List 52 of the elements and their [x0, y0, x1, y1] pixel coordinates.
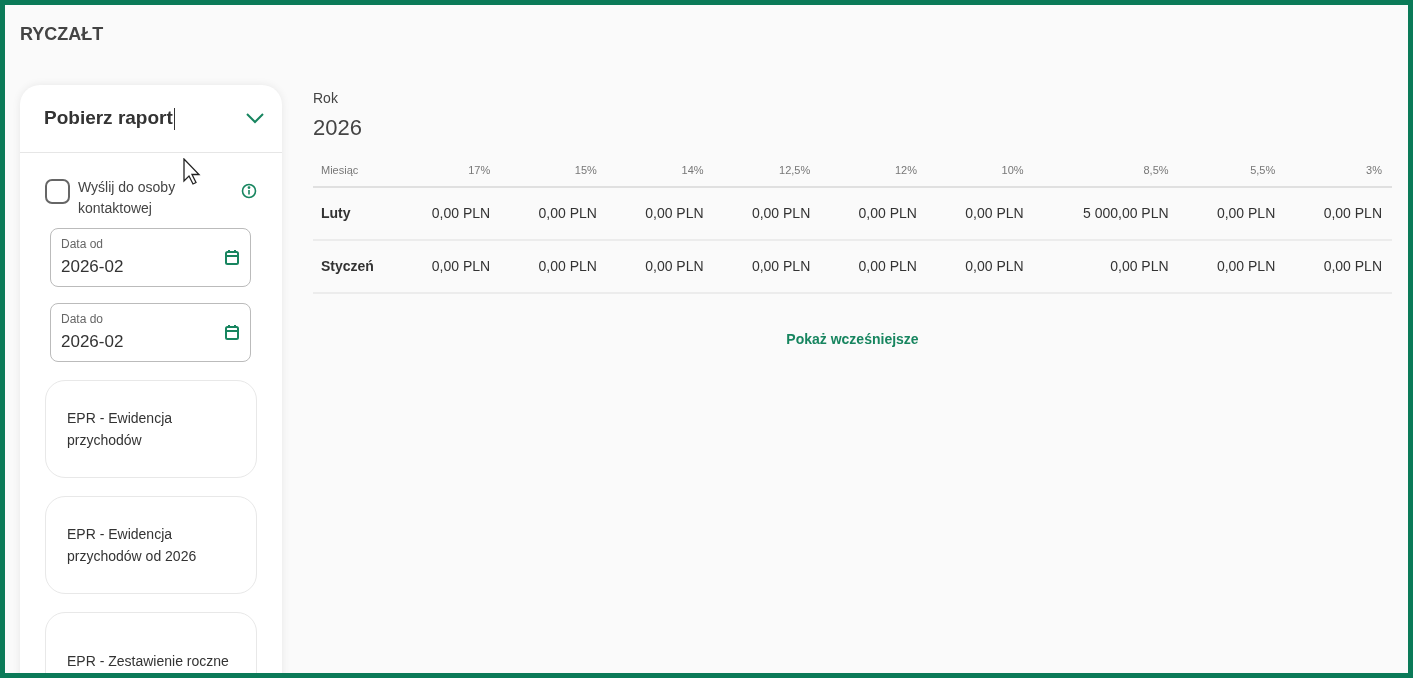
amount-cell: 0,00 PLN — [820, 187, 927, 240]
report-option[interactable]: EPR - Ewidencja przychodów — [45, 380, 257, 478]
month-cell: Styczeń — [313, 240, 394, 293]
amount-cell: 0,00 PLN — [1285, 187, 1392, 240]
report-option[interactable]: EPR - Ewidencja przychodów od 2026 — [45, 496, 257, 594]
checkbox[interactable] — [45, 179, 70, 204]
report-option[interactable]: EPR - Zestawienie roczne — [45, 612, 257, 673]
column-header: 12% — [820, 154, 927, 187]
field-label: Data od — [61, 236, 105, 252]
date-field[interactable]: Data od 2026-02 — [50, 228, 251, 287]
page-title: RYCZAŁT — [20, 23, 104, 46]
field-label: Data do — [61, 311, 105, 327]
column-header: 5,5% — [1178, 154, 1286, 187]
year-label: Rok — [313, 89, 339, 108]
amount-cell: 5 000,00 PLN — [1033, 187, 1179, 240]
show-earlier-link[interactable]: Pokaż wcześniejsze — [786, 329, 919, 350]
calendar-icon[interactable] — [224, 249, 240, 266]
checkbox-label: Wyślij do osoby kontaktowej — [78, 178, 177, 218]
amount-cell: 0,00 PLN — [1033, 240, 1179, 293]
year-value: 2026 — [313, 114, 363, 142]
amount-cell: 0,00 PLN — [1178, 240, 1286, 293]
amount-cell: 0,00 PLN — [606, 187, 714, 240]
column-header: 14% — [606, 154, 714, 187]
amount-cell: 0,00 PLN — [500, 240, 607, 293]
column-header: 12,5% — [713, 154, 821, 187]
pointer-icon — [183, 158, 201, 186]
amount-cell: 0,00 PLN — [500, 187, 607, 240]
amount-cell: 0,00 PLN — [606, 240, 714, 293]
column-header: 15% — [500, 154, 607, 187]
field-value: 2026-02 — [61, 331, 125, 353]
amount-cell: 0,00 PLN — [926, 240, 1034, 293]
amount-cell: 0,00 PLN — [1178, 187, 1286, 240]
text-cursor-icon — [173, 107, 175, 130]
month-cell: Luty — [313, 187, 394, 240]
amount-cell: 0,00 PLN — [820, 240, 927, 293]
amount-cell: 0,00 PLN — [1285, 240, 1392, 293]
amount-cell: 0,00 PLN — [713, 240, 821, 293]
column-header: Miesiąc — [313, 154, 394, 187]
amount-cell: 0,00 PLN — [393, 187, 501, 240]
column-header: 17% — [393, 154, 501, 187]
field-value: 2026-02 — [61, 256, 125, 278]
column-header: 3% — [1285, 154, 1392, 187]
amount-cell: 0,00 PLN — [393, 240, 501, 293]
info-icon[interactable] — [241, 183, 257, 199]
calendar-icon[interactable] — [224, 324, 240, 341]
chevron-icon — [246, 113, 264, 124]
date-field[interactable]: Data do 2026-02 — [50, 303, 251, 362]
column-header: 10% — [926, 154, 1034, 187]
column-header: 8,5% — [1033, 154, 1179, 187]
amount-cell: 0,00 PLN — [713, 187, 821, 240]
amount-cell: 0,00 PLN — [926, 187, 1034, 240]
report-panel-header[interactable]: Pobierz raport — [20, 85, 282, 153]
